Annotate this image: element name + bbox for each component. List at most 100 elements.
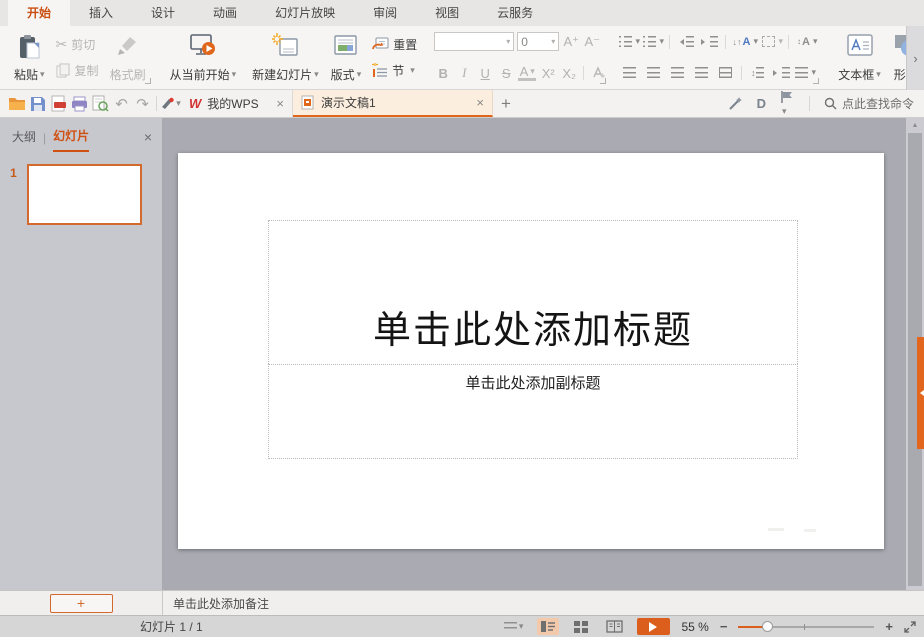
paragraph-spacing-button[interactable] [771,63,792,82]
copy-button[interactable]: 复制 [51,60,104,81]
reset-slide-button[interactable]: 重置 [367,34,422,55]
save-button[interactable] [27,90,48,117]
justify-button[interactable] [691,63,712,82]
menu-tab-slideshow[interactable]: 幻灯片放映 [256,0,354,26]
paragraph-dialog-launcher[interactable] [813,78,819,84]
font-size-select[interactable]: 0▾ [517,32,559,51]
format-painter-icon [116,33,140,57]
font-name-select[interactable]: ▾ [434,32,514,51]
tab-my-wps[interactable]: W 我的WPS × [181,90,293,117]
content-placeholder-button[interactable] [762,32,783,51]
tab-slides[interactable]: 幻灯片 [53,127,89,152]
paste-button[interactable]: 粘贴 [8,29,51,86]
title-placeholder[interactable]: 单击此处添加标题 [268,220,798,364]
add-slide-button[interactable]: + [50,594,113,613]
share-flag-icon[interactable] [780,90,795,117]
character-spacing-button[interactable]: ↕A [794,32,820,51]
undo-button[interactable]: ↶ [111,90,132,117]
bullets-icon [619,36,621,47]
menu-tab-cloud[interactable]: 云服务 [478,0,552,26]
bullets-button[interactable] [619,32,640,51]
subscript-button[interactable]: X₂ [560,64,578,82]
zoom-slider-handle[interactable] [762,621,773,632]
justify-icon [695,67,708,78]
distribute-button[interactable] [715,63,736,82]
signature-tools-button[interactable] [160,90,181,117]
strikethrough-button[interactable]: S [497,64,515,82]
menu-tab-animation[interactable]: 动画 [194,0,256,26]
textbox-button[interactable]: 文本框 [832,29,887,86]
print-button[interactable] [69,90,90,117]
menu-tab-review[interactable]: 审阅 [354,0,416,26]
font-dialog-launcher[interactable] [600,78,606,84]
grow-font-button[interactable]: A⁺ [562,33,580,51]
shrink-font-button[interactable]: A⁻ [583,33,601,51]
line-spacing-button[interactable]: ↕ [747,63,768,82]
play-slideshow-button[interactable] [637,618,670,635]
zoom-in-button[interactable]: + [885,619,893,634]
zoom-out-button[interactable]: − [720,619,728,634]
increase-indent-icon [701,39,708,45]
tab-outline[interactable]: 大纲 [12,128,36,145]
zoom-slider[interactable] [738,626,874,628]
underline-button[interactable]: U [476,64,494,82]
scroll-up-icon[interactable]: ▲ [906,118,924,132]
text-direction-button[interactable]: ↓↑A [731,32,759,51]
close-tab-icon[interactable]: × [476,95,484,110]
close-panel-icon[interactable]: × [144,129,152,145]
redo-button[interactable]: ↷ [132,90,153,117]
magic-wand-icon[interactable] [728,96,743,111]
superscript-button[interactable]: X² [539,64,557,82]
align-center-icon [647,67,660,78]
open-file-button[interactable] [6,90,27,117]
new-slide-button[interactable]: 新建幻灯片 [246,29,325,86]
normal-view-button[interactable] [537,618,559,635]
printer-icon [71,96,88,112]
docer-icon[interactable]: D [757,96,766,111]
spacing-options-icon [795,67,808,78]
slide-page[interactable]: 单击此处添加标题 单击此处添加副标题 [178,153,884,549]
paragraph-group: ↓↑A ↕A ↕ [617,28,822,87]
notes-toggle-button[interactable] [501,619,527,634]
clipboard-dialog-launcher[interactable] [145,78,151,84]
font-color-button[interactable]: A [518,65,536,81]
notes-placeholder[interactable]: 单击此处添加备注 [163,595,269,612]
export-pdf-button[interactable] [48,90,69,117]
handle-arrow-icon [917,390,924,396]
reading-view-button[interactable] [603,618,626,635]
command-search-input[interactable]: 点此查找命令 [824,95,914,112]
slide-sorter-button[interactable] [570,618,592,636]
pen-icon [160,97,174,111]
align-center-button[interactable] [643,63,664,82]
paragraph-spacing-icon [773,70,780,76]
italic-button[interactable]: I [455,64,473,82]
tab-presentation1[interactable]: 演示文稿1 × [293,90,493,117]
align-left-button[interactable] [619,63,640,82]
character-spacing-icon: ↕ [797,37,801,46]
subtitle-placeholder[interactable]: 单击此处添加副标题 [268,364,798,459]
watermark-mark [768,528,784,531]
slide-thumbnail[interactable] [27,164,142,225]
menu-tab-design[interactable]: 设计 [132,0,194,26]
fit-to-window-button[interactable] [904,621,916,633]
undo-icon: ↶ [115,95,128,113]
print-preview-button[interactable] [90,90,111,117]
ribbon-scroll-right-button[interactable]: › [906,26,924,90]
bold-button[interactable]: B [434,64,452,82]
slide-layout-button[interactable]: 版式 [325,29,368,86]
decrease-indent-button[interactable] [675,32,696,51]
numbering-button[interactable] [643,32,664,51]
from-current-slide-button[interactable]: 从当前开始 [164,29,243,86]
cut-button[interactable]: ✂ 剪切 [51,34,104,55]
side-panel-handle[interactable] [917,337,924,449]
new-tab-button[interactable]: + [493,90,519,117]
section-button[interactable]: 节 [367,60,422,81]
increase-indent-button[interactable] [699,32,720,51]
menu-tab-home[interactable]: 开始 [8,0,70,26]
menu-tab-view[interactable]: 视图 [416,0,478,26]
align-right-button[interactable] [667,63,688,82]
notes-icon [504,622,517,631]
paste-icon [17,33,41,60]
close-tab-icon[interactable]: × [276,96,284,111]
menu-tab-insert[interactable]: 插入 [70,0,132,26]
